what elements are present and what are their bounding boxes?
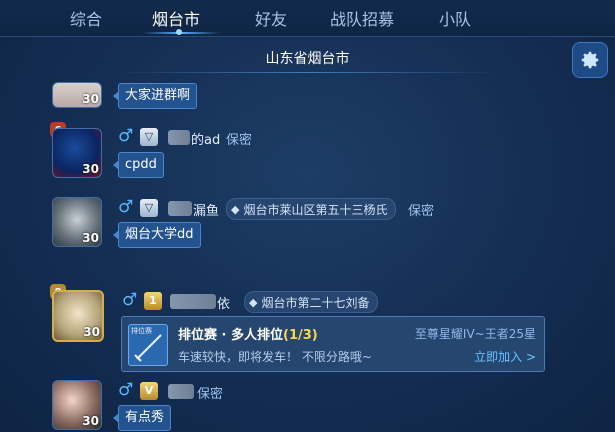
privacy-label: 保密: [408, 204, 435, 219]
location-text: 烟台市莱山区第五十三杨氏: [243, 202, 388, 217]
team-invite-card[interactable]: 排位赛 排位赛 · 多人排位(1/3) 至尊星耀IV~王者25星 车速较快，即将…: [121, 316, 545, 372]
avatar[interactable]: 30: [52, 380, 102, 430]
rank-icon: 1: [144, 292, 162, 310]
location-gem-icon: ◆: [249, 295, 258, 309]
avatar-level: 30: [82, 162, 99, 176]
avatar-level: 30: [82, 92, 99, 106]
avatar[interactable]: 30: [52, 82, 102, 108]
blurred-name: [168, 201, 192, 216]
invite-mode: 排位赛 · 多人排位: [178, 328, 283, 343]
invite-rank-range: 至尊星耀IV~王者25星: [414, 327, 536, 341]
rank-icon: V: [140, 382, 158, 400]
sword-icon: [134, 334, 162, 362]
blurred-name: [168, 384, 194, 399]
tab-bar: 综合 烟台市 好友 战队招募 小队: [0, 0, 615, 37]
male-icon: ♂: [122, 290, 138, 310]
avatar-level: 30: [82, 414, 99, 428]
invite-team-count: (1/3): [283, 328, 318, 343]
tab-clan-recruit[interactable]: 战队招募: [330, 6, 394, 30]
avatar[interactable]: 30: [52, 197, 102, 247]
settings-button[interactable]: [572, 42, 608, 78]
avatar-level: 30: [83, 325, 100, 339]
invite-description: 车速较快，即将发车！ 不限分路哦~: [178, 350, 372, 364]
invite-title: 排位赛 · 多人排位(1/3): [178, 324, 318, 343]
male-icon: ♂: [118, 197, 134, 217]
location-pill[interactable]: ◆ 烟台市第二十七刘备: [244, 291, 379, 313]
privacy-label: 保密: [197, 387, 224, 402]
rank-icon: ▽: [140, 199, 158, 217]
tab-yantai[interactable]: 烟台市: [152, 6, 200, 30]
active-tab-dot: [176, 29, 182, 35]
avatar[interactable]: 30: [52, 290, 104, 342]
male-icon: ♂: [118, 126, 134, 146]
tab-friends[interactable]: 好友: [255, 6, 287, 30]
blurred-name: [170, 294, 216, 309]
message-bubble: 烟台大学dd: [113, 222, 201, 248]
tab-general[interactable]: 综合: [70, 6, 102, 30]
title-divider: [118, 72, 498, 73]
location-gem-icon: ◆: [231, 202, 240, 216]
rank-icon: ▽: [140, 128, 158, 146]
gear-icon: [581, 51, 599, 69]
privacy-label: 保密: [226, 133, 253, 148]
blurred-name: [168, 130, 190, 145]
location-pill[interactable]: ◆ 烟台市莱山区第五十三杨氏: [226, 198, 397, 220]
male-icon: ♂: [118, 380, 134, 400]
message-bubble: cpdd: [113, 152, 164, 178]
ranked-mode-icon: 排位赛: [128, 324, 168, 366]
avatar-level: 30: [82, 231, 99, 245]
channel-title: 山东省烟台市: [265, 51, 350, 67]
player-name: 漏鱼: [193, 204, 220, 219]
avatar[interactable]: 30: [52, 128, 102, 178]
join-now-button[interactable]: 立即加入 >: [474, 348, 536, 365]
message-bubble: 有点秀: [112, 405, 172, 431]
location-text: 烟台市第二十七刘备: [261, 295, 370, 310]
tab-squad[interactable]: 小队: [439, 6, 471, 30]
player-name: 的ad: [191, 133, 221, 148]
player-name: 依: [217, 297, 231, 312]
message-bubble: 大家进群啊: [112, 83, 198, 109]
